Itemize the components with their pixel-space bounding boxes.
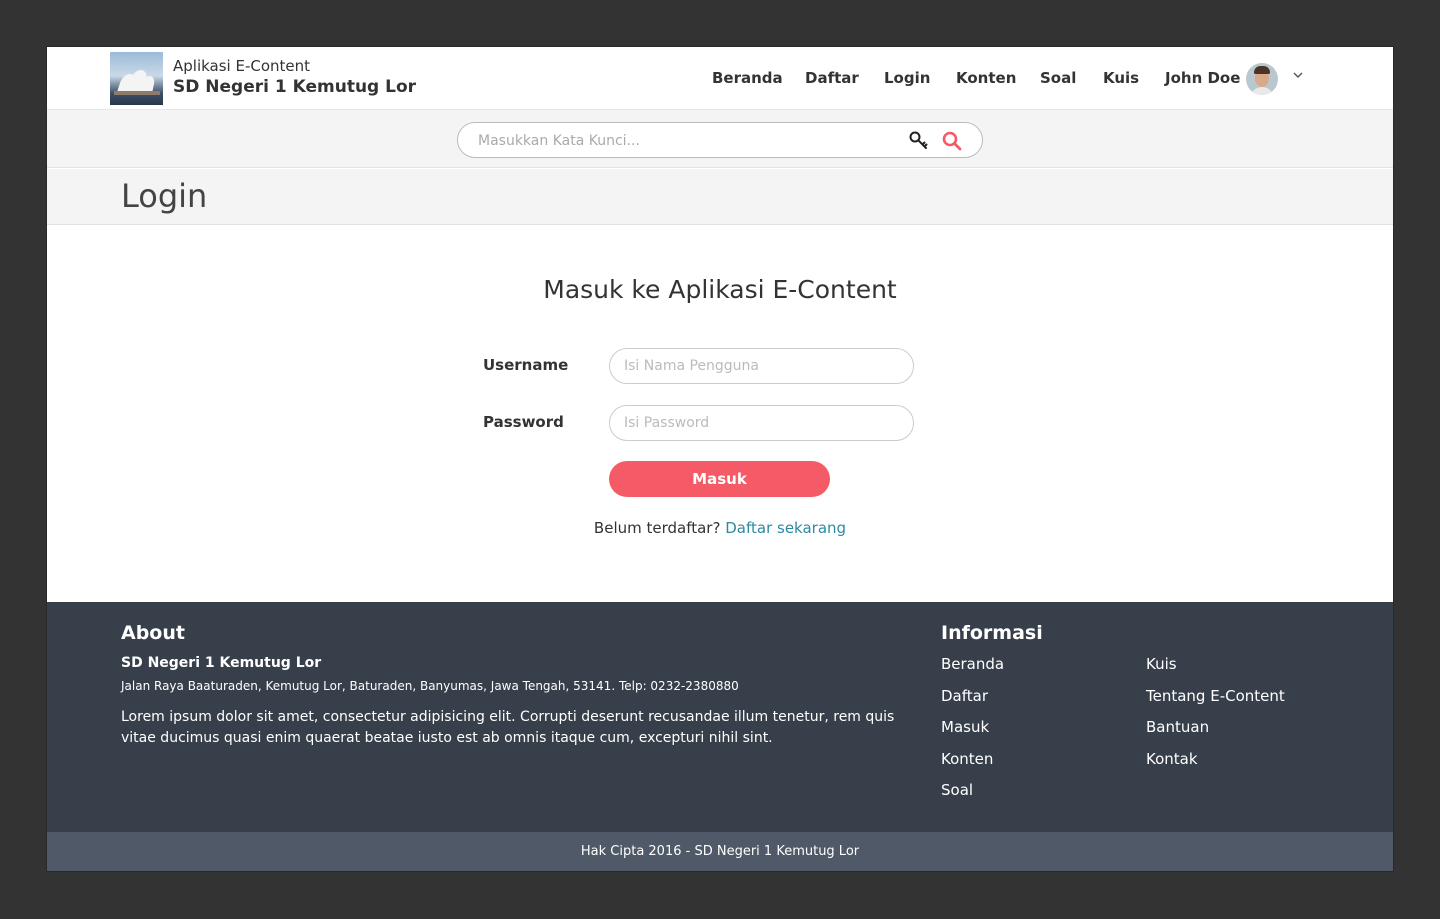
- password-label: Password: [483, 413, 564, 431]
- register-prompt-text: Belum terdaftar?: [593, 519, 721, 537]
- footer-link-bantuan[interactable]: Bantuan: [1146, 718, 1209, 736]
- login-button[interactable]: Masuk: [609, 461, 830, 497]
- footer-link-kuis[interactable]: Kuis: [1146, 655, 1177, 673]
- chevron-down-icon[interactable]: [1292, 69, 1304, 85]
- school-logo[interactable]: [110, 52, 163, 105]
- avatar[interactable]: [1246, 63, 1278, 95]
- page-title: Login: [121, 177, 208, 215]
- site-footer: About SD Negeri 1 Kemutug Lor Jalan Raya…: [47, 602, 1393, 832]
- footer-link-masuk[interactable]: Masuk: [941, 718, 989, 736]
- school-name[interactable]: SD Negeri 1 Kemutug Lor: [173, 77, 416, 97]
- footer-link-konten[interactable]: Konten: [941, 750, 993, 768]
- site-header: Aplikasi E-Content SD Negeri 1 Kemutug L…: [47, 47, 1393, 110]
- footer-info-heading: Informasi: [941, 622, 1043, 644]
- search-input[interactable]: [478, 131, 898, 151]
- app-name: Aplikasi E-Content: [173, 57, 311, 75]
- copyright: Hak Cipta 2016 - SD Negeri 1 Kemutug Lor: [47, 832, 1393, 871]
- nav-konten[interactable]: Konten: [956, 69, 1016, 87]
- footer-link-beranda[interactable]: Beranda: [941, 655, 1004, 673]
- login-heading: Masuk ke Aplikasi E-Content: [543, 275, 897, 304]
- footer-school-name: SD Negeri 1 Kemutug Lor: [121, 655, 322, 671]
- footer-link-daftar[interactable]: Daftar: [941, 687, 988, 705]
- key-icon[interactable]: [908, 130, 930, 152]
- username-label: Username: [483, 356, 569, 374]
- password-field[interactable]: [609, 405, 914, 441]
- footer-address: Jalan Raya Baaturaden, Kemutug Lor, Batu…: [121, 679, 739, 693]
- search-box: [457, 122, 983, 158]
- nav-soal[interactable]: Soal: [1040, 69, 1076, 87]
- footer-link-tentang[interactable]: Tentang E-Content: [1146, 687, 1285, 705]
- footer-description: Lorem ipsum dolor sit amet, consectetur …: [121, 709, 895, 746]
- footer-link-kontak[interactable]: Kontak: [1146, 750, 1198, 768]
- username-field[interactable]: [609, 348, 914, 384]
- nav-beranda[interactable]: Beranda: [712, 69, 783, 87]
- nav-login[interactable]: Login: [884, 69, 930, 87]
- footer-link-soal[interactable]: Soal: [941, 781, 973, 799]
- nav-kuis[interactable]: Kuis: [1103, 69, 1139, 87]
- search-icon[interactable]: [941, 130, 963, 152]
- browser-frame: Aplikasi E-Content SD Negeri 1 Kemutug L…: [47, 47, 1393, 871]
- nav-daftar[interactable]: Daftar: [805, 69, 859, 87]
- register-prompt: Belum terdaftar? Daftar sekarang: [47, 519, 1393, 537]
- register-link[interactable]: Daftar sekarang: [725, 519, 846, 537]
- footer-about-heading: About: [121, 622, 185, 644]
- user-name[interactable]: John Doe: [1165, 69, 1240, 87]
- search-bar: [47, 110, 1393, 168]
- page-title-band: Login: [47, 169, 1393, 225]
